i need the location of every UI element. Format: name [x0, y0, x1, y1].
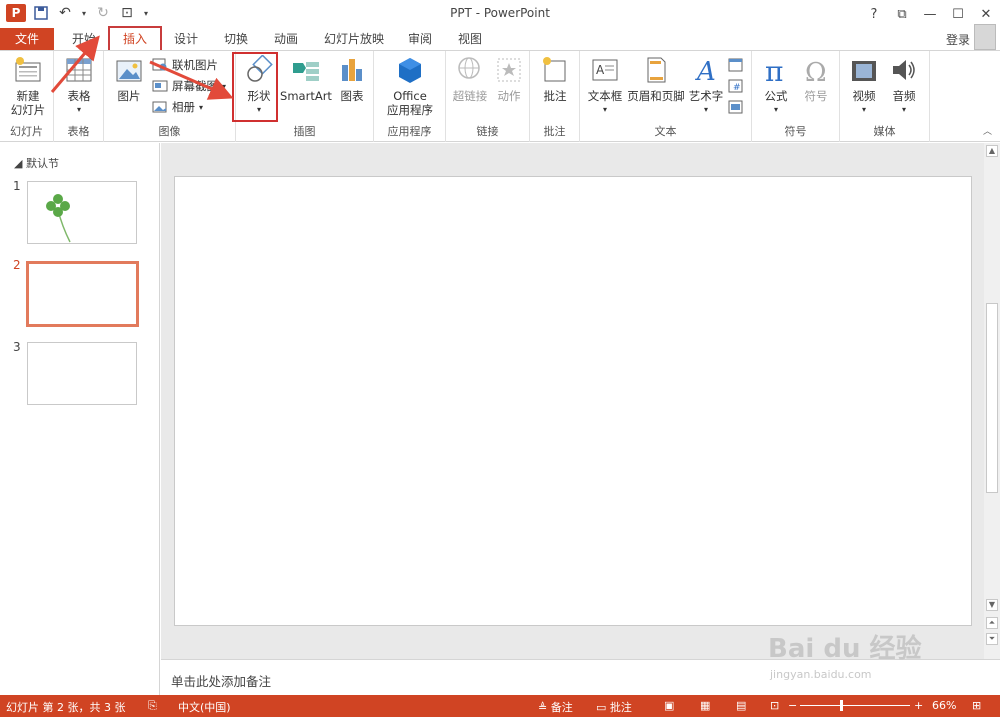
language-status[interactable]: 中文(中国)	[178, 699, 231, 715]
current-slide-canvas[interactable]	[174, 176, 972, 626]
zoom-in-icon[interactable]: +	[914, 699, 923, 712]
zoom-slider[interactable]	[800, 705, 910, 706]
baidu-watermark-logo: Bai du 经验 jingyan.baidu.com	[768, 628, 922, 681]
scroll-down-icon[interactable]: ▼	[986, 599, 998, 611]
slide-sorter-view-icon[interactable]: ▦	[700, 699, 710, 712]
clover-icon	[46, 194, 71, 243]
reading-view-icon[interactable]: ▤	[736, 699, 746, 712]
notes-placeholder[interactable]: 单击此处添加备注	[171, 671, 271, 690]
scroll-up-icon[interactable]: ▲	[986, 145, 998, 157]
zoom-slider-thumb[interactable]	[840, 700, 843, 711]
previous-slide-icon[interactable]: ⏶	[986, 617, 998, 629]
scrollbar-thumb[interactable]	[986, 303, 998, 493]
slide-editor	[161, 143, 984, 659]
fit-to-window-icon[interactable]: ⊞	[972, 699, 981, 712]
notes-toggle-label: 备注	[550, 701, 573, 714]
section-default[interactable]: ◢ 默认节	[14, 155, 59, 171]
section-label: 默认节	[25, 157, 59, 170]
zoom-out-icon[interactable]: −	[788, 699, 797, 712]
watermark-url: jingyan.baidu.com	[770, 668, 872, 681]
normal-view-icon[interactable]: ▣	[664, 699, 674, 712]
annotation-arrows	[50, 35, 234, 100]
arrow-to-shapes	[149, 60, 234, 100]
spelling-check-icon[interactable]: ⎘	[148, 699, 157, 713]
watermark-text: Bai du 经验	[768, 634, 922, 664]
slide-thumbnail-pane: ◢ 默认节 1 2 3	[0, 143, 160, 695]
slide-thumbnail-3[interactable]	[27, 342, 137, 405]
notes-toggle-button[interactable]: ≜ 备注	[538, 699, 573, 715]
slide-number-1: 1	[13, 179, 21, 193]
status-bar: 幻灯片 第 2 张，共 3 张 ⎘ 中文(中国) ≜ 备注 ▭ 批注 ▣ ▦ ▤…	[0, 695, 1000, 717]
arrow-to-insert-tab	[50, 35, 100, 93]
slide-thumbnail-2[interactable]	[26, 261, 139, 327]
comments-toggle-label: 批注	[609, 701, 632, 714]
next-slide-icon[interactable]: ⏷	[986, 633, 998, 645]
slideshow-view-icon[interactable]: ⊡	[770, 699, 779, 712]
comments-toggle-button[interactable]: ▭ 批注	[596, 699, 632, 715]
slide-count-status: 幻灯片 第 2 张，共 3 张	[6, 701, 126, 714]
zoom-level[interactable]: 66%	[932, 699, 956, 712]
slide-number-2: 2	[13, 258, 21, 272]
slide-thumbnail-1[interactable]	[27, 181, 137, 244]
slide-number-3: 3	[13, 340, 21, 354]
vertical-scrollbar[interactable]: ▲ ▼ ⏶ ⏷	[984, 143, 1000, 659]
